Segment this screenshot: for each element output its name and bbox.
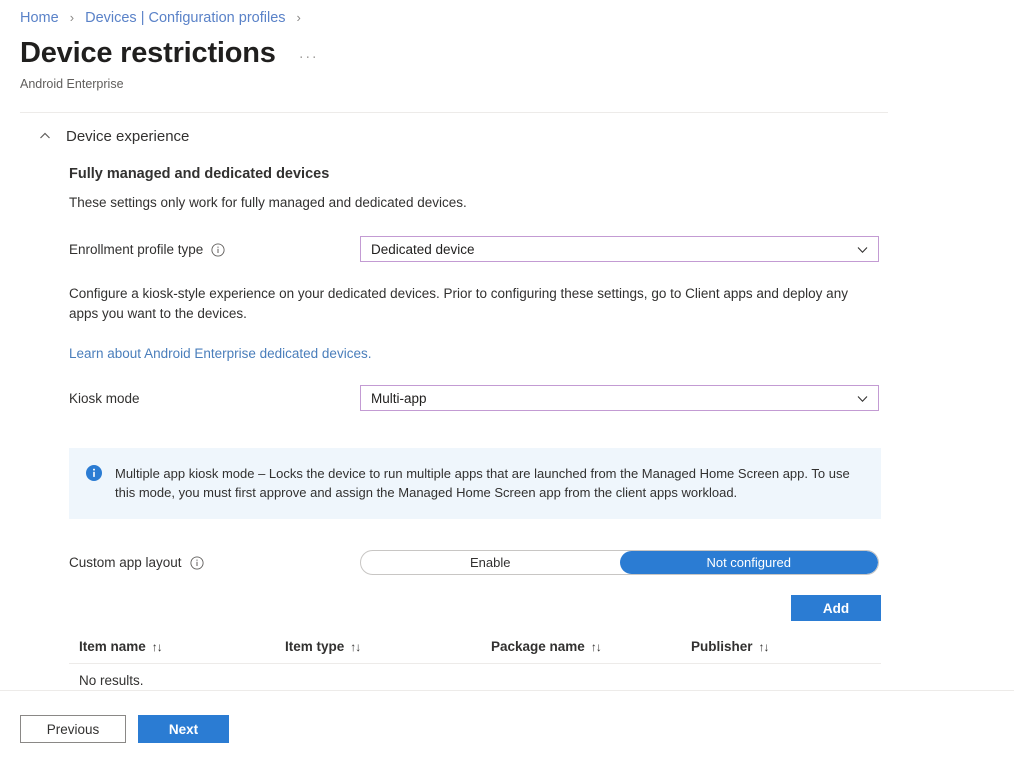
sort-arrows-icon: ↑↓	[758, 640, 770, 654]
column-header-item-type[interactable]: Item type ↑↓	[275, 633, 481, 664]
enrollment-profile-type-value: Dedicated device	[371, 241, 475, 257]
footer-actions: Previous Next	[20, 715, 229, 743]
column-label: Publisher	[691, 639, 753, 654]
add-button[interactable]: Add	[791, 595, 881, 621]
field-row-kiosk-mode: Kiosk mode Multi-app	[69, 385, 881, 411]
section-header-device-experience[interactable]: Device experience	[38, 125, 189, 147]
toggle-option-enable[interactable]: Enable	[361, 551, 620, 574]
column-header-item-name[interactable]: Item name ↑↓	[69, 633, 275, 664]
table-empty-row: No results.	[69, 664, 881, 688]
settings-content: Fully managed and dedicated devices Thes…	[69, 164, 881, 688]
page-title: Device restrictions	[20, 37, 276, 69]
kiosk-mode-label: Kiosk mode	[69, 390, 140, 406]
page-title-row: Device restrictions ···	[20, 36, 321, 70]
breadcrumb-separator-icon-2: ›	[296, 10, 301, 25]
kiosk-description-paragraph: Configure a kiosk-style experience on yo…	[69, 286, 848, 321]
group-title: Fully managed and dedicated devices	[69, 166, 330, 182]
app-layout-table: Item name ↑↓ Item type ↑↓ Package name ↑↓ P…	[69, 633, 881, 688]
enrollment-profile-type-label-wrap: Enrollment profile type	[69, 242, 360, 257]
page-subtitle: Android Enterprise	[20, 77, 124, 91]
info-icon[interactable]	[190, 556, 204, 570]
info-icon[interactable]	[211, 243, 225, 257]
column-label: Item type	[285, 639, 345, 654]
breadcrumb: Home › Devices | Configuration profiles …	[20, 8, 308, 28]
field-row-custom-app-layout: Custom app layout Enable Not configured	[69, 549, 881, 575]
sort-arrows-icon: ↑↓	[151, 640, 163, 654]
breadcrumb-item-devices-configuration-profiles[interactable]: Devices | Configuration profiles	[85, 10, 285, 26]
kiosk-mode-value: Multi-app	[371, 390, 427, 406]
custom-app-layout-toggle[interactable]: Enable Not configured	[360, 549, 879, 575]
toggle-option-not-configured[interactable]: Not configured	[619, 550, 878, 574]
column-label: Package name	[491, 639, 585, 654]
learn-about-dedicated-devices-link[interactable]: Learn about Android Enterprise dedicated…	[69, 346, 371, 361]
enrollment-profile-type-label: Enrollment profile type	[69, 241, 204, 257]
group-description: These settings only work for fully manag…	[69, 195, 467, 210]
previous-button[interactable]: Previous	[20, 715, 126, 743]
kiosk-mode-dropdown[interactable]: Multi-app	[360, 385, 879, 411]
chevron-up-icon	[38, 129, 52, 143]
header-divider	[20, 112, 888, 113]
add-button-row: Add	[69, 595, 881, 621]
enrollment-profile-type-dropdown[interactable]: Dedicated device	[360, 236, 879, 262]
field-row-enrollment-profile-type: Enrollment profile type Dedicated device	[69, 236, 881, 262]
kiosk-mode-label-wrap: Kiosk mode	[69, 391, 360, 406]
next-button[interactable]: Next	[138, 715, 229, 743]
table-empty-text: No results.	[79, 673, 144, 688]
chevron-down-icon	[856, 392, 869, 405]
info-circle-icon	[86, 465, 102, 481]
sort-arrows-icon: ↑↓	[350, 640, 361, 654]
column-label: Item name	[79, 639, 146, 654]
column-header-publisher[interactable]: Publisher ↑↓	[681, 633, 881, 664]
custom-app-layout-label-wrap: Custom app layout	[69, 555, 360, 570]
column-header-package-name[interactable]: Package name ↑↓	[481, 633, 681, 664]
footer-divider	[0, 690, 1014, 691]
section-title: Device experience	[66, 127, 190, 145]
breadcrumb-separator-icon: ›	[69, 10, 75, 25]
table-header-row: Item name ↑↓ Item type ↑↓ Package name ↑↓ P…	[69, 633, 881, 664]
chevron-down-icon	[856, 243, 869, 256]
info-banner: Multiple app kiosk mode – Locks the devi…	[69, 448, 881, 519]
more-options-icon[interactable]: ···	[296, 48, 322, 65]
sort-arrows-icon: ↑↓	[590, 640, 602, 654]
info-banner-text: Multiple app kiosk mode – Locks the devi…	[115, 466, 850, 500]
custom-app-layout-label: Custom app layout	[69, 554, 182, 570]
breadcrumb-item-home[interactable]: Home	[20, 10, 59, 26]
